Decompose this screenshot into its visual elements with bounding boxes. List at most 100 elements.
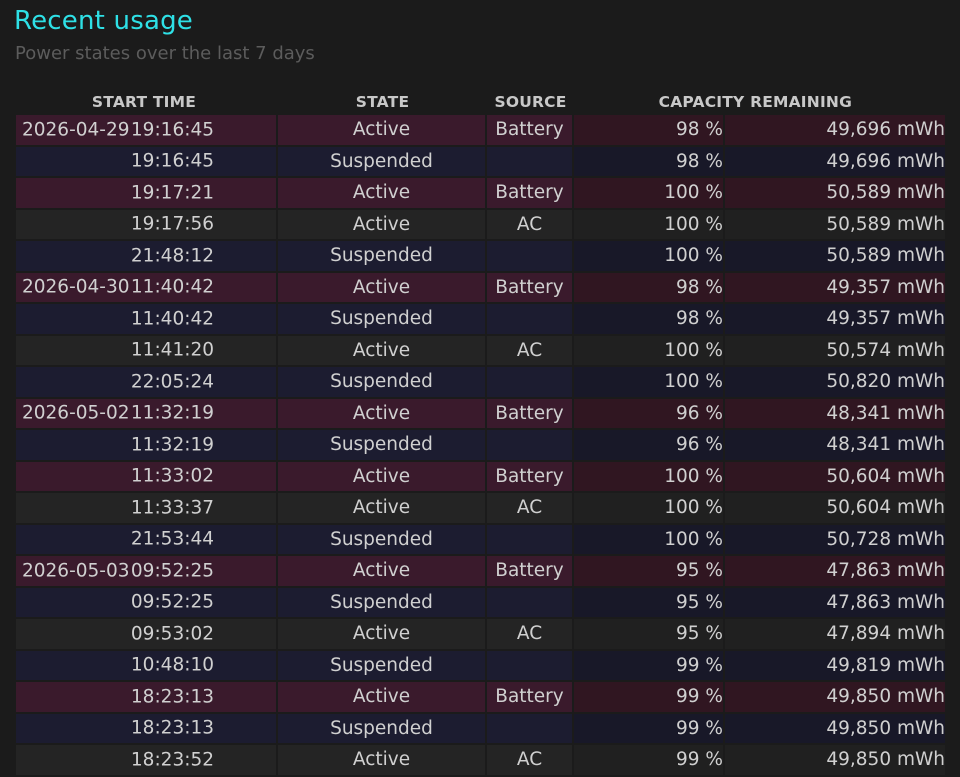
table-body: 2026-04-29 19:16:45 Active Battery 98 % 49,69… xyxy=(16,115,948,777)
capacity-percent-cell: 100 % xyxy=(574,209,725,241)
capacity-percent-cell: 100 % xyxy=(574,367,725,399)
start-time: 11:32:19 xyxy=(130,402,214,424)
capacity-mwh-cell: 49,696 mWh xyxy=(725,146,948,178)
table-row: 09:53:02 Active AC 95 % 47,894 mWh xyxy=(16,619,948,651)
state-cell: Suspended xyxy=(278,713,487,745)
start-time: 18:23:52 xyxy=(130,749,214,771)
table-row: 11:33:02 Active Battery 100 % 50,604 mWh xyxy=(16,461,948,493)
start-time-cell: 11:41:20 xyxy=(16,335,278,367)
source-cell xyxy=(487,587,574,619)
state-cell: Active xyxy=(278,745,487,777)
source-cell: Battery xyxy=(487,556,574,588)
capacity-percent-cell: 95 % xyxy=(574,587,725,619)
capacity-percent-cell: 98 % xyxy=(574,304,725,336)
capacity-percent-cell: 98 % xyxy=(574,272,725,304)
state-cell: Active xyxy=(278,682,487,714)
start-date: 2026-04-29 xyxy=(22,119,130,141)
start-time-cell: 22:05:24 xyxy=(16,367,278,399)
source-cell: Battery xyxy=(487,398,574,430)
start-time-cell: 18:23:13 xyxy=(16,713,278,745)
state-cell: Active xyxy=(278,461,487,493)
table-row: 18:23:52 Active AC 99 % 49,850 mWh xyxy=(16,745,948,777)
capacity-mwh-cell: 49,850 mWh xyxy=(725,745,948,777)
start-date: 2026-05-03 xyxy=(22,560,130,582)
source-cell: AC xyxy=(487,335,574,367)
table-row: 19:16:45 Suspended 98 % 49,696 mWh xyxy=(16,146,948,178)
column-header-capacity-remaining[interactable]: CAPACITY REMAINING xyxy=(574,89,947,115)
capacity-mwh-cell: 48,341 mWh xyxy=(725,398,948,430)
start-time: 09:52:25 xyxy=(130,591,214,613)
table-row: 18:23:13 Suspended 99 % 49,850 mWh xyxy=(16,713,948,745)
table-row: 2026-05-02 11:32:19 Active Battery 96 % 48,34… xyxy=(16,398,948,430)
table-row: 11:41:20 Active AC 100 % 50,574 mWh xyxy=(16,335,948,367)
usage-table: START TIME STATE SOURCE CAPACITY REMAINI… xyxy=(16,89,948,777)
table-row: 2026-04-30 11:40:42 Active Battery 98 % 49,35… xyxy=(16,272,948,304)
start-time: 21:48:12 xyxy=(130,245,214,267)
capacity-mwh-cell: 50,589 mWh xyxy=(725,209,948,241)
state-cell: Active xyxy=(278,493,487,525)
table-row: 21:48:12 Suspended 100 % 50,589 mWh xyxy=(16,241,948,273)
source-cell xyxy=(487,524,574,556)
table-row: 11:32:19 Suspended 96 % 48,341 mWh xyxy=(16,430,948,462)
capacity-mwh-cell: 47,894 mWh xyxy=(725,619,948,651)
capacity-percent-cell: 100 % xyxy=(574,335,725,367)
column-header-state[interactable]: STATE xyxy=(278,89,487,115)
table-row: 22:05:24 Suspended 100 % 50,820 mWh xyxy=(16,367,948,399)
capacity-mwh-cell: 49,696 mWh xyxy=(725,115,948,147)
state-cell: Suspended xyxy=(278,304,487,336)
state-cell: Suspended xyxy=(278,587,487,619)
start-time: 22:05:24 xyxy=(130,371,214,393)
capacity-percent-cell: 99 % xyxy=(574,682,725,714)
start-time: 19:16:45 xyxy=(130,150,214,172)
capacity-percent-cell: 95 % xyxy=(574,556,725,588)
source-cell xyxy=(487,146,574,178)
capacity-mwh-cell: 49,819 mWh xyxy=(725,650,948,682)
capacity-percent-cell: 99 % xyxy=(574,745,725,777)
capacity-percent-cell: 100 % xyxy=(574,461,725,493)
start-time-cell: 2026-04-29 19:16:45 xyxy=(16,115,278,147)
source-cell xyxy=(487,430,574,462)
source-cell: Battery xyxy=(487,272,574,304)
source-cell xyxy=(487,650,574,682)
start-time-cell: 21:53:44 xyxy=(16,524,278,556)
capacity-percent-cell: 98 % xyxy=(574,146,725,178)
start-time-cell: 10:48:10 xyxy=(16,650,278,682)
state-cell: Suspended xyxy=(278,146,487,178)
table-row: 19:17:21 Active Battery 100 % 50,589 mWh xyxy=(16,178,948,210)
source-cell: AC xyxy=(487,493,574,525)
source-cell: AC xyxy=(487,745,574,777)
start-time-cell: 11:40:42 xyxy=(16,304,278,336)
column-header-source[interactable]: SOURCE xyxy=(487,89,574,115)
table-header-row: START TIME STATE SOURCE CAPACITY REMAINI… xyxy=(16,89,947,115)
start-time: 11:40:42 xyxy=(130,276,214,298)
capacity-mwh-cell: 50,574 mWh xyxy=(725,335,948,367)
state-cell: Suspended xyxy=(278,524,487,556)
capacity-mwh-cell: 50,820 mWh xyxy=(725,367,948,399)
capacity-mwh-cell: 50,589 mWh xyxy=(725,241,948,273)
start-time: 09:53:02 xyxy=(130,623,214,645)
start-time-cell: 2026-04-30 11:40:42 xyxy=(16,272,278,304)
start-time: 11:33:02 xyxy=(130,465,214,487)
capacity-mwh-cell: 49,850 mWh xyxy=(725,713,948,745)
state-cell: Suspended xyxy=(278,367,487,399)
start-time-cell: 18:23:13 xyxy=(16,682,278,714)
source-cell xyxy=(487,241,574,273)
table-row: 09:52:25 Suspended 95 % 47,863 mWh xyxy=(16,587,948,619)
column-header-start-time[interactable]: START TIME xyxy=(16,89,278,115)
capacity-percent-cell: 96 % xyxy=(574,430,725,462)
start-time: 21:53:44 xyxy=(130,528,214,550)
start-time: 18:23:13 xyxy=(130,717,214,739)
capacity-percent-cell: 99 % xyxy=(574,650,725,682)
start-time-cell: 19:17:56 xyxy=(16,209,278,241)
start-time: 11:40:42 xyxy=(130,308,214,330)
capacity-mwh-cell: 50,728 mWh xyxy=(725,524,948,556)
state-cell: Active xyxy=(278,335,487,367)
table-row: 11:40:42 Suspended 98 % 49,357 mWh xyxy=(16,304,948,336)
state-cell: Suspended xyxy=(278,650,487,682)
capacity-mwh-cell: 49,850 mWh xyxy=(725,682,948,714)
table-row: 18:23:13 Active Battery 99 % 49,850 mWh xyxy=(16,682,948,714)
page-title: Recent usage xyxy=(14,6,193,36)
source-cell: Battery xyxy=(487,461,574,493)
source-cell: Battery xyxy=(487,682,574,714)
start-time-cell: 18:23:52 xyxy=(16,745,278,777)
